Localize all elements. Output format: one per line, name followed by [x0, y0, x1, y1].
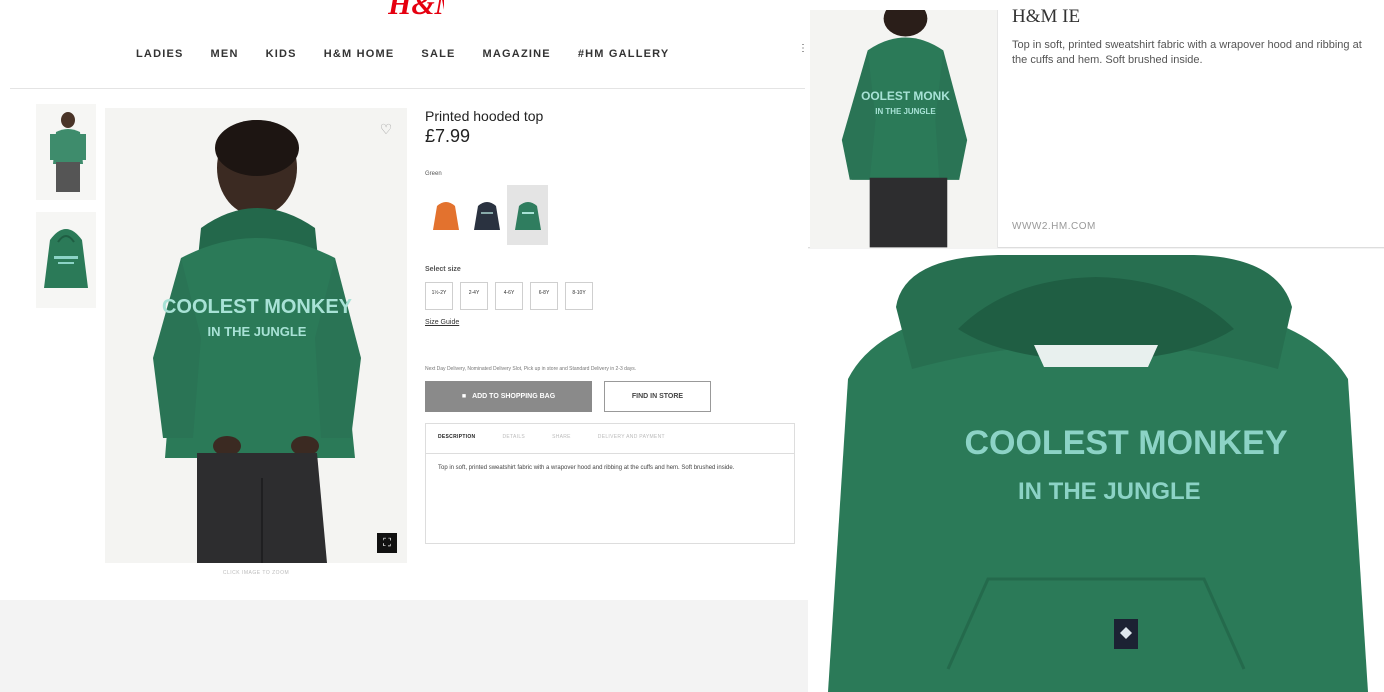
- tab-delivery-payment[interactable]: DELIVERY AND PAYMENT: [598, 434, 665, 453]
- tab-description[interactable]: DESCRIPTION: [438, 434, 475, 453]
- hm-logo[interactable]: H&M: [388, 0, 444, 26]
- swatch-orange[interactable]: [425, 185, 466, 245]
- product-info: Printed hooded top £7.99 Green Select si…: [425, 108, 797, 544]
- color-swatches: [425, 185, 797, 245]
- nav-item-hm-gallery[interactable]: #HM GALLERY: [578, 48, 670, 60]
- size-option[interactable]: 6-8Y: [530, 282, 558, 310]
- expand-icon[interactable]: ⛶: [377, 533, 397, 553]
- description-panel: DESCRIPTION DETAILS SHARE DELIVERY AND P…: [425, 423, 795, 544]
- description-text: Top in soft, printed sweatshirt fabric w…: [438, 465, 735, 471]
- tab-share[interactable]: SHARE: [552, 434, 571, 453]
- nav-item-hm-home[interactable]: H&M HOME: [324, 48, 395, 60]
- nav-item-sale[interactable]: SALE: [421, 48, 455, 60]
- product-page: H&M LADIES MEN KIDS H&M HOME SALE MAGAZI…: [0, 0, 808, 600]
- nav-item-magazine[interactable]: MAGAZINE: [483, 48, 551, 60]
- tab-details[interactable]: DETAILS: [502, 434, 525, 453]
- svg-text:IN THE JUNGLE: IN THE JUNGLE: [1018, 478, 1201, 505]
- thumbnail-list: [36, 104, 96, 320]
- share-card[interactable]: OOLEST MONK IN THE JUNGLE H&M IE Top in …: [808, 0, 1384, 248]
- add-to-bag-button[interactable]: ■ ADD TO SHOPPING BAG: [425, 381, 592, 412]
- share-card-title: H&M IE: [1012, 6, 1081, 27]
- size-option[interactable]: 4-6Y: [495, 282, 523, 310]
- hoodie-closeup-image: COOLEST MONKEY IN THE JUNGLE: [808, 249, 1384, 692]
- thumbnail-product[interactable]: [36, 212, 96, 308]
- bag-icon: ■: [461, 393, 467, 400]
- svg-text:OOLEST MONK: OOLEST MONK: [861, 89, 950, 103]
- main-product-image[interactable]: COOLEST MONKEY IN THE JUNGLE: [105, 108, 407, 563]
- nav-item-ladies[interactable]: LADIES: [136, 48, 184, 60]
- description-tabs: DESCRIPTION DETAILS SHARE DELIVERY AND P…: [426, 424, 794, 454]
- thumbnail-model[interactable]: [36, 104, 96, 200]
- size-option[interactable]: 8-10Y: [565, 282, 593, 310]
- action-buttons: ■ ADD TO SHOPPING BAG FIND IN STORE: [425, 381, 797, 412]
- share-card-description: Top in soft, printed sweatshirt fabric w…: [1012, 39, 1362, 66]
- swatch-navy[interactable]: [466, 185, 507, 245]
- product-title: Printed hooded top: [425, 108, 544, 124]
- size-options: 1½-2Y 2-4Y 4-6Y 6-8Y 8-10Y: [425, 282, 797, 310]
- nav-divider: [10, 88, 805, 89]
- size-option[interactable]: 1½-2Y: [425, 282, 453, 310]
- product-price: £7.99: [425, 126, 471, 146]
- svg-text:COOLEST MONKEY: COOLEST MONKEY: [162, 296, 353, 318]
- add-to-bag-label: ADD TO SHOPPING BAG: [472, 393, 556, 400]
- main-nav: LADIES MEN KIDS H&M HOME SALE MAGAZINE #…: [136, 48, 669, 60]
- share-card-domain: WWW2.HM.COM: [1012, 221, 1096, 232]
- zoom-hint: CLICK IMAGE TO ZOOM: [222, 570, 290, 576]
- color-label: Green: [425, 171, 442, 177]
- size-label: Select size: [425, 266, 461, 273]
- more-icon[interactable]: ⋮: [798, 44, 808, 54]
- size-guide-link[interactable]: Size Guide: [425, 319, 459, 326]
- share-card-image: OOLEST MONK IN THE JUNGLE: [810, 0, 998, 248]
- size-option[interactable]: 2-4Y: [460, 282, 488, 310]
- find-in-store-button[interactable]: FIND IN STORE: [604, 381, 711, 412]
- svg-text:COOLEST MONKEY: COOLEST MONKEY: [964, 424, 1287, 462]
- svg-text:IN THE JUNGLE: IN THE JUNGLE: [875, 107, 935, 116]
- heart-icon[interactable]: ♡: [377, 120, 395, 138]
- nav-item-kids[interactable]: KIDS: [266, 48, 297, 60]
- delivery-note: Next Day Delivery, Nominated Delivery Sl…: [425, 366, 637, 372]
- swatch-green[interactable]: [507, 185, 548, 245]
- svg-text:IN THE JUNGLE: IN THE JUNGLE: [208, 324, 307, 339]
- nav-item-men[interactable]: MEN: [211, 48, 239, 60]
